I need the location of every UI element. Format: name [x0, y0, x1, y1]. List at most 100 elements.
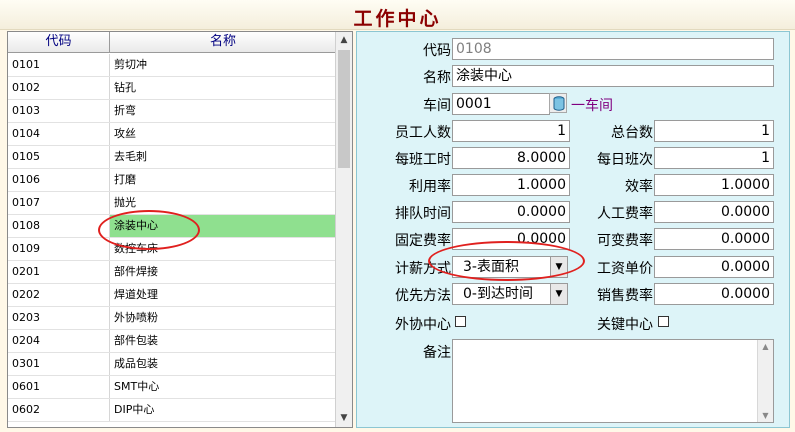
pay-method-label: 计薪方式 [395, 261, 451, 277]
labor-rate-field[interactable]: 0.0000 [654, 201, 774, 223]
fixed-rate-field[interactable]: 0.0000 [452, 228, 570, 250]
table-row[interactable]: 0201 部件焊接 [8, 261, 336, 284]
utilization-label: 利用率 [409, 179, 451, 195]
efficiency-field[interactable]: 1.0000 [654, 174, 774, 196]
workshop-code-field[interactable]: 0001 [452, 93, 550, 115]
table-row[interactable]: 0107 抛光 [8, 192, 336, 215]
staff-field[interactable]: 1 [452, 120, 570, 142]
table-row[interactable]: 0105 去毛刺 [8, 146, 336, 169]
row-code: 0106 [8, 169, 110, 191]
table-row[interactable]: 0204 部件包装 [8, 330, 336, 353]
name-field[interactable]: 涂装中心 [452, 65, 774, 87]
outsource-label: 外协中心 [395, 317, 451, 333]
row-name: 外协喷粉 [114, 311, 158, 324]
row-code: 0104 [8, 123, 110, 145]
machines-field[interactable]: 1 [654, 120, 774, 142]
row-name: 部件包装 [114, 334, 158, 347]
sales-rate-label: 销售费率 [597, 288, 653, 304]
outsource-checkbox[interactable] [455, 316, 466, 327]
memo-scrollbar[interactable]: ▲ ▼ [757, 340, 773, 422]
row-name: 钻孔 [114, 81, 136, 94]
table-row[interactable]: 0203 外协喷粉 [8, 307, 336, 330]
memo-label: 备注 [423, 345, 451, 361]
row-code: 0602 [8, 399, 110, 421]
title-bar: 工作中心 [0, 0, 795, 30]
queue-time-field[interactable]: 0.0000 [452, 201, 570, 223]
priority-select[interactable]: 0-到达时间 ▼ [452, 283, 568, 305]
row-code: 0105 [8, 146, 110, 168]
variable-rate-field[interactable]: 0.0000 [654, 228, 774, 250]
row-name: 涂装中心 [110, 215, 336, 237]
utilization-field[interactable]: 1.0000 [452, 174, 570, 196]
machines-label: 总台数 [611, 125, 653, 141]
row-code: 0108 [8, 215, 110, 237]
scroll-up-icon[interactable]: ▲ [336, 32, 352, 49]
row-name: SMT中心 [114, 380, 160, 393]
table-row[interactable]: 0102 钻孔 [8, 77, 336, 100]
row-code: 0102 [8, 77, 110, 99]
row-code: 0201 [8, 261, 110, 283]
fixed-rate-label: 固定费率 [395, 233, 451, 249]
table-row[interactable]: 0103 折弯 [8, 100, 336, 123]
row-name: 数控车床 [114, 242, 158, 255]
scroll-down-icon[interactable]: ▼ [758, 411, 773, 420]
table-row[interactable]: 0106 打磨 [8, 169, 336, 192]
row-name: DIP中心 [114, 403, 155, 416]
pay-method-value: 3-表面积 [463, 259, 519, 275]
database-icon [553, 96, 565, 111]
row-name: 剪切冲 [114, 58, 147, 71]
scroll-up-icon[interactable]: ▲ [758, 342, 773, 351]
work-center-list[interactable]: 代码 名称 0101 剪切冲 0102 钻孔 0103 折弯 0104 攻丝 0105 去毛刺 01… [7, 31, 353, 428]
workshop-label: 车间 [423, 98, 451, 114]
row-code: 0103 [8, 100, 110, 122]
row-name: 焊道处理 [114, 288, 158, 301]
workshop-lookup-button[interactable] [549, 93, 567, 113]
key-center-checkbox[interactable] [658, 316, 669, 327]
wage-price-field[interactable]: 0.0000 [654, 256, 774, 278]
efficiency-label: 效率 [625, 179, 653, 195]
row-code: 0301 [8, 353, 110, 375]
table-row[interactable]: 0602 DIP中心 [8, 399, 336, 422]
row-name: 折弯 [114, 104, 136, 117]
row-code: 0204 [8, 330, 110, 352]
table-row[interactable]: 0601 SMT中心 [8, 376, 336, 399]
scroll-down-icon[interactable]: ▼ [336, 410, 352, 427]
labor-rate-label: 人工费率 [597, 206, 653, 222]
sales-rate-field[interactable]: 0.0000 [654, 283, 774, 305]
shift-hours-label: 每班工时 [395, 152, 451, 168]
wage-price-label: 工资单价 [597, 261, 653, 277]
table-row[interactable]: 0104 攻丝 [8, 123, 336, 146]
table-row[interactable]: 0108 涂装中心 [8, 215, 336, 238]
key-center-label: 关键中心 [597, 317, 653, 333]
scroll-thumb[interactable] [338, 50, 350, 168]
column-header-code[interactable]: 代码 [8, 32, 110, 52]
table-row[interactable]: 0109 数控车床 [8, 238, 336, 261]
row-name: 部件焊接 [114, 265, 158, 278]
chevron-down-icon[interactable]: ▼ [550, 257, 567, 277]
variable-rate-label: 可变费率 [597, 233, 653, 249]
shifts-label: 每日班次 [597, 152, 653, 168]
pay-method-select[interactable]: 3-表面积 ▼ [452, 256, 568, 278]
memo-textarea[interactable]: ▲ ▼ [452, 339, 774, 423]
staff-label: 员工人数 [395, 125, 451, 141]
code-field[interactable]: 0108 [452, 38, 774, 60]
workshop-name-link[interactable]: 一车间 [571, 95, 613, 115]
list-rows: 0101 剪切冲 0102 钻孔 0103 折弯 0104 攻丝 0105 去毛刺 0106 打磨 01… [8, 54, 336, 422]
row-code: 0107 [8, 192, 110, 214]
shift-hours-field[interactable]: 8.0000 [452, 147, 570, 169]
column-header-name[interactable]: 名称 [110, 32, 336, 52]
row-code: 0202 [8, 284, 110, 306]
table-row[interactable]: 0301 成品包装 [8, 353, 336, 376]
list-scrollbar[interactable]: ▲ ▼ [335, 32, 352, 427]
row-code: 0203 [8, 307, 110, 329]
table-row[interactable]: 0101 剪切冲 [8, 54, 336, 77]
row-name: 去毛刺 [114, 150, 147, 163]
row-name: 打磨 [114, 173, 136, 186]
shifts-field[interactable]: 1 [654, 147, 774, 169]
table-row[interactable]: 0202 焊道处理 [8, 284, 336, 307]
window-title: 工作中心 [353, 8, 442, 30]
priority-value: 0-到达时间 [463, 286, 533, 302]
list-header: 代码 名称 [8, 32, 336, 53]
chevron-down-icon[interactable]: ▼ [550, 284, 567, 304]
detail-form: 代码 0108 名称 涂装中心 车间 0001 一车间 员工人数 1 总台数 1… [356, 31, 790, 428]
